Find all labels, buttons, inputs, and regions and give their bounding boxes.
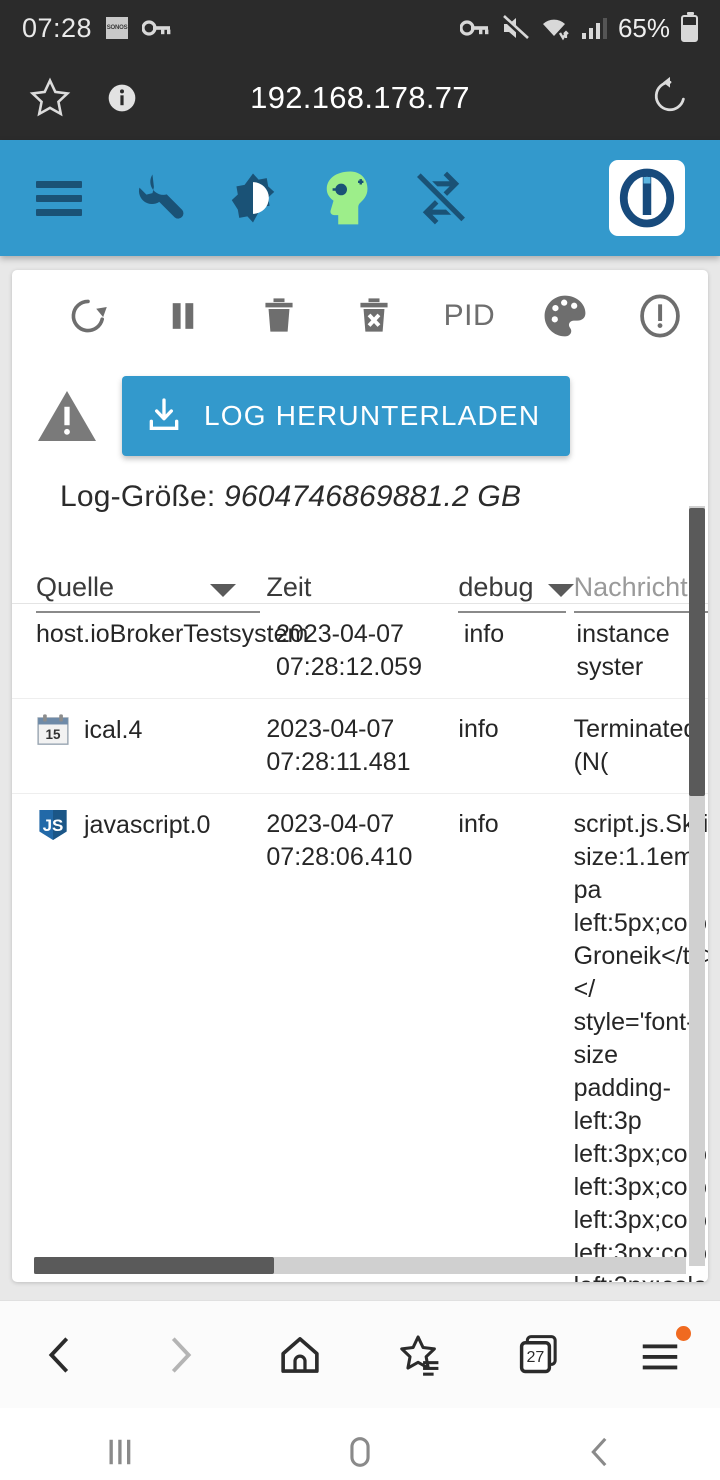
vpn-key-icon-right (459, 20, 489, 36)
log-table: Quelle Zeit debug Nachricht host.ioBroke… (12, 540, 708, 1282)
color-palette-icon[interactable] (517, 270, 612, 362)
header-zeit-label: Zeit (266, 572, 312, 602)
pause-icon[interactable] (135, 270, 230, 362)
iobroker-logo[interactable] (609, 160, 685, 236)
row-time: 2023-04-07 07:28:11.481 (266, 715, 411, 776)
pid-button[interactable]: PID (422, 270, 517, 362)
row-message: script.js.Skripte size:1.1em; pa left:5p… (573, 810, 708, 1282)
log-card: PID LOG HERUNTERLADEN Log-Größe: 9604746… (12, 270, 708, 1282)
delete-all-icon[interactable] (326, 270, 421, 362)
battery-percent-label: 65% (617, 12, 670, 43)
svg-text:JS: JS (43, 816, 64, 835)
log-table-header: Quelle Zeit debug Nachricht (12, 540, 708, 613)
log-size-row: Log-Größe: 9604746869881.2 GB (12, 462, 708, 514)
battery-icon (681, 11, 698, 42)
log-size-label: Log-Größe: (60, 480, 216, 513)
browser-menu-icon[interactable] (615, 1310, 705, 1400)
delete-icon[interactable] (231, 270, 326, 362)
header-debug-label: debug (458, 572, 534, 602)
tabs-count-label: 27 (526, 1347, 544, 1365)
home-icon[interactable] (255, 1310, 345, 1400)
row-time: 2023-04-07 07:28:12.059 (276, 620, 422, 681)
header-nachricht-placeholder: Nachricht (573, 572, 688, 602)
row-time: 2023-04-07 07:28:06.410 (266, 810, 413, 871)
row-source-label: ical.4 (84, 715, 143, 744)
pid-label: PID (443, 299, 496, 332)
chevron-down-icon-debug[interactable] (547, 584, 574, 597)
table-row[interactable]: 15 ical.4 2023-04-07 07:28:11.481 info T… (12, 699, 708, 794)
vpn-key-icon (142, 20, 171, 36)
mute-icon (501, 15, 529, 41)
hamburger-menu-icon[interactable] (36, 180, 82, 216)
status-bar-clock: 07:28 (22, 12, 93, 43)
download-log-label: LOG HERUNTERLADEN (204, 400, 541, 431)
sonos-badge-icon: SONOS (106, 17, 129, 39)
header-quelle[interactable]: Quelle (36, 572, 266, 613)
row-message: Terminated (N( (573, 715, 698, 776)
vertical-scrollbar-thumb[interactable] (689, 508, 705, 796)
browser-bottom-nav: 27 (0, 1300, 720, 1408)
sync-off-icon[interactable] (394, 151, 488, 245)
log-size-value: 9604746869881.2 GB (223, 480, 522, 513)
error-circle-icon[interactable] (613, 270, 708, 362)
row-severity: info (458, 810, 499, 838)
recent-apps-button[interactable] (75, 1417, 165, 1480)
row-source-label: host.ioBrokerTestsystem (36, 620, 309, 648)
expert-mode-head-icon[interactable] (300, 151, 394, 245)
header-nachricht[interactable]: Nachricht (573, 572, 708, 613)
header-debug[interactable]: debug (458, 572, 574, 613)
menu-notification-dot (676, 1325, 691, 1341)
android-status-bar: 07:28 SONOS 65% (0, 0, 720, 56)
javascript-icon: JS (39, 809, 67, 841)
reload-icon[interactable] (648, 74, 692, 118)
row-source: 15 ical.4 (36, 713, 266, 747)
header-quelle-label: Quelle (36, 572, 115, 602)
wifi-icon (542, 19, 569, 41)
row-severity: info (458, 715, 499, 743)
header-zeit[interactable]: Zeit (266, 572, 458, 603)
page-body: PID LOG HERUNTERLADEN Log-Größe: 9604746… (0, 256, 720, 1300)
download-log-button[interactable]: LOG HERUNTERLADEN (122, 376, 571, 456)
back-button[interactable] (555, 1417, 645, 1480)
forward-chevron-icon (135, 1310, 225, 1400)
svg-text:15: 15 (46, 727, 61, 742)
tabs-button[interactable]: 27 (495, 1310, 585, 1400)
theme-contrast-icon[interactable] (206, 151, 300, 245)
browser-url-bar[interactable]: 192.168.178.77 (0, 56, 720, 140)
row-source: host.ioBrokerTestsystem (36, 618, 308, 651)
log-table-body: host.ioBrokerTestsystem 2023-04-07 07:28… (12, 604, 708, 1282)
refresh-icon[interactable] (40, 270, 135, 362)
info-icon[interactable] (106, 82, 138, 114)
row-source-label: javascript.0 (84, 810, 211, 839)
row-source: JS javascript.0 (36, 808, 266, 842)
settings-wrench-icon[interactable] (112, 151, 206, 245)
horizontal-scrollbar-thumb[interactable] (34, 1257, 274, 1274)
status-bar-right: 65% (459, 11, 698, 44)
calendar-icon: 15 (37, 714, 69, 745)
back-chevron-icon[interactable] (15, 1310, 105, 1400)
signal-icon (581, 18, 607, 39)
table-row[interactable]: host.ioBrokerTestsystem 2023-04-07 07:28… (12, 604, 708, 699)
row-severity: info (463, 620, 505, 648)
chevron-down-icon[interactable] (210, 584, 237, 597)
download-icon (149, 398, 179, 430)
log-toolbar: PID (12, 270, 708, 362)
android-nav-bar (0, 1408, 720, 1480)
download-row: LOG HERUNTERLADEN (12, 362, 708, 462)
iobroker-app-bar (0, 140, 720, 256)
status-bar-left: 07:28 SONOS (22, 13, 172, 44)
table-row[interactable]: JS javascript.0 2023-04-07 07:28:06.410 … (12, 794, 708, 1282)
home-button[interactable] (315, 1417, 405, 1480)
star-outline-icon[interactable] (28, 76, 72, 120)
bookmarks-star-icon[interactable] (375, 1310, 465, 1400)
warning-triangle-icon (12, 387, 122, 445)
